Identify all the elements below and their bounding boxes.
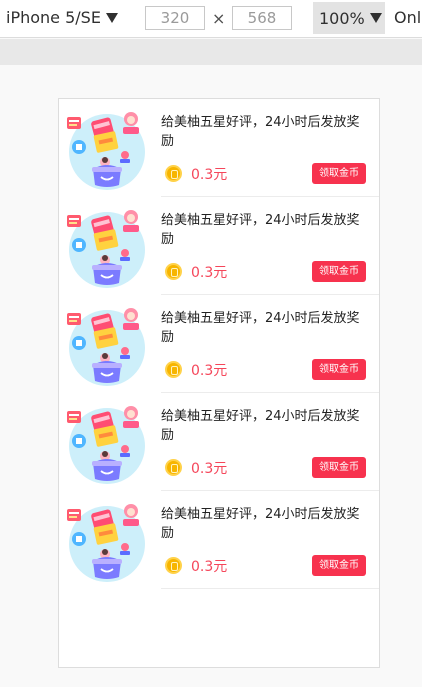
task-item: 给美柚五星好评，24小时后发放奖励 0.3元 领取金币 <box>59 491 379 589</box>
claim-coins-button[interactable]: 领取金币 <box>312 555 366 576</box>
task-title: 给美柚五星好评，24小时后发放奖励 <box>161 213 360 247</box>
reward-amount: 0.3元 <box>191 167 228 183</box>
coin-icon <box>165 459 182 476</box>
viewport-width-input[interactable]: 320 <box>145 6 205 30</box>
gift-bag-illustration-icon <box>65 403 149 487</box>
device-label: iPhone 5/SE <box>6 8 101 27</box>
coin-icon <box>165 263 182 280</box>
reward-amount: 0.3元 <box>191 265 228 281</box>
task-title: 给美柚五星好评，24小时后发放奖励 <box>161 507 360 541</box>
zoom-select[interactable]: 100% <box>313 2 385 34</box>
dropdown-triangle-icon <box>369 13 382 23</box>
dropdown-triangle-icon <box>105 12 118 23</box>
network-throttle-select[interactable]: Onl <box>394 8 421 27</box>
media-query-bar <box>0 39 422 65</box>
dimension-separator: × <box>212 9 226 28</box>
task-title: 给美柚五星好评，24小时后发放奖励 <box>161 409 360 443</box>
gift-bag-illustration-icon <box>65 109 149 193</box>
claim-coins-button[interactable]: 领取金币 <box>312 457 366 478</box>
claim-coins-button[interactable]: 领取金币 <box>312 163 366 184</box>
coin-icon <box>165 361 182 378</box>
device-select[interactable]: iPhone 5/SE <box>6 8 118 27</box>
divider <box>161 588 379 589</box>
task-item: 给美柚五星好评，24小时后发放奖励 0.3元 领取金币 <box>59 295 379 393</box>
reward-amount: 0.3元 <box>191 559 228 575</box>
task-item: 给美柚五星好评，24小时后发放奖励 0.3元 领取金币 <box>59 393 379 491</box>
claim-coins-button[interactable]: 领取金币 <box>312 261 366 282</box>
task-title: 给美柚五星好评，24小时后发放奖励 <box>161 115 360 149</box>
coin-icon <box>165 165 182 182</box>
gift-bag-illustration-icon <box>65 207 149 291</box>
gift-bag-illustration-icon <box>65 305 149 389</box>
zoom-label: 100% <box>319 8 365 28</box>
gift-bag-illustration-icon <box>65 501 149 585</box>
task-item: 给美柚五星好评，24小时后发放奖励 0.3元 领取金币 <box>59 99 379 197</box>
claim-coins-button[interactable]: 领取金币 <box>312 359 366 380</box>
reward-amount: 0.3元 <box>191 363 228 379</box>
device-viewport: 给美柚五星好评，24小时后发放奖励 0.3元 领取金币 给美柚五星好评，24小时… <box>58 98 380 668</box>
coin-icon <box>165 557 182 574</box>
viewport-height-input[interactable]: 568 <box>232 6 292 30</box>
devtools-toolbar: iPhone 5/SE 320 × 568 100% Onl <box>0 0 422 38</box>
task-title: 给美柚五星好评，24小时后发放奖励 <box>161 311 360 345</box>
task-item: 给美柚五星好评，24小时后发放奖励 0.3元 领取金币 <box>59 197 379 295</box>
reward-amount: 0.3元 <box>191 461 228 477</box>
